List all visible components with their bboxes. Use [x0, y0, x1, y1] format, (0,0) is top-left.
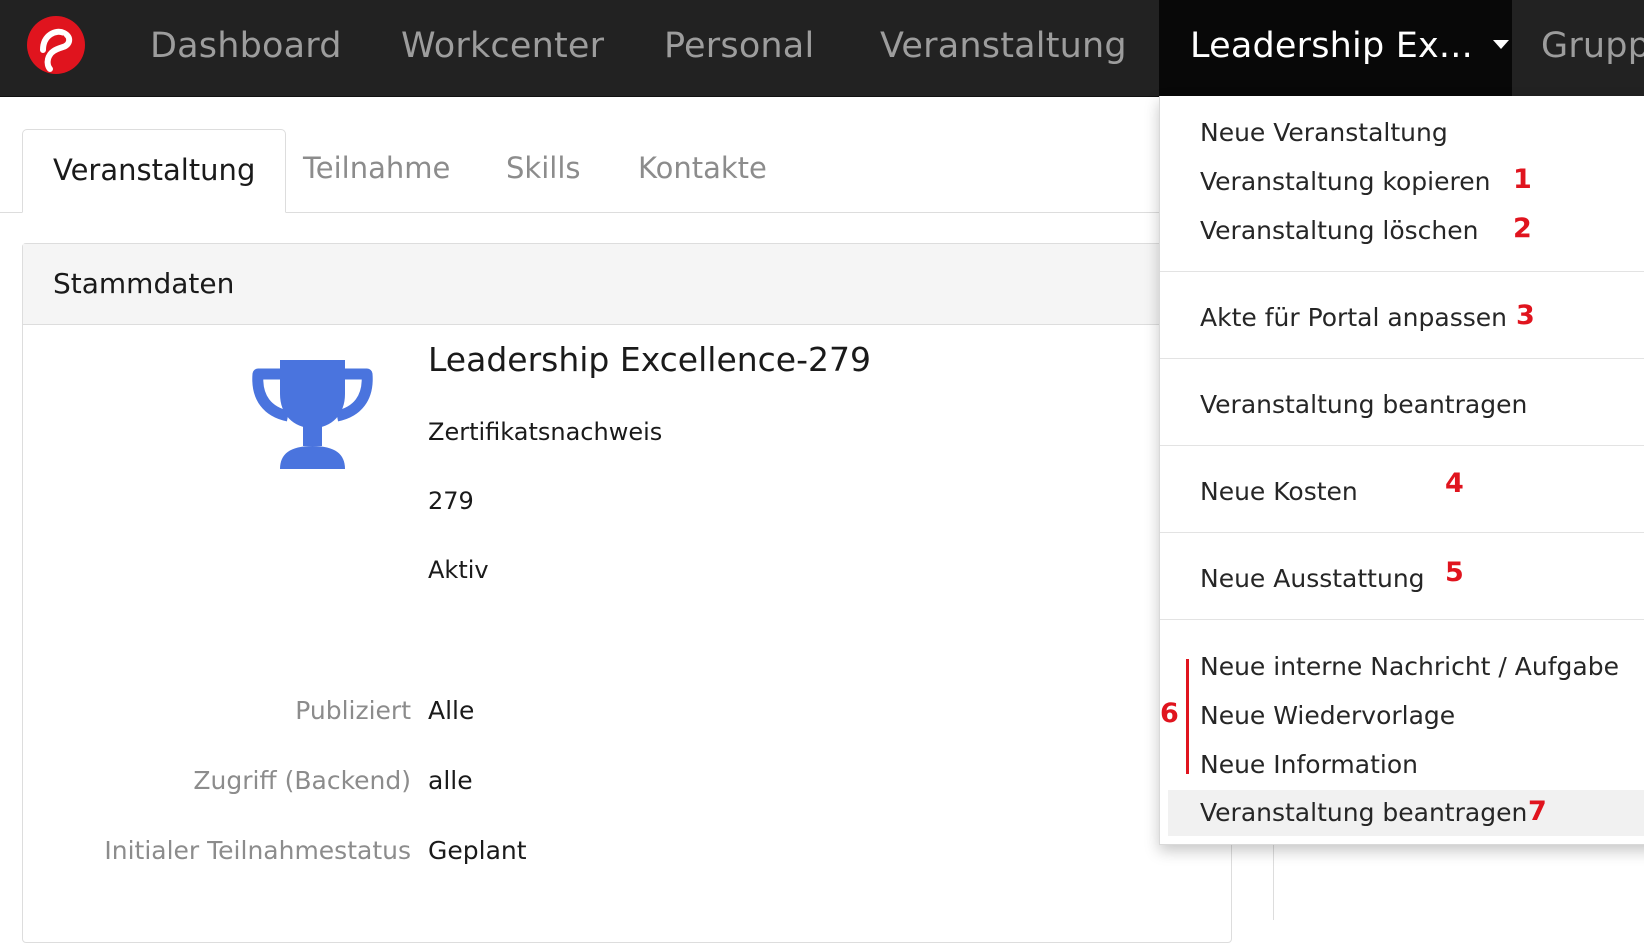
menu-neue-interne-nachricht[interactable]: Neue interne Nachricht / Aufgabe [1200, 645, 1619, 689]
menu-veranstaltung-kopieren[interactable]: Veranstaltung kopieren [1200, 160, 1490, 204]
menu-veranstaltung-loeschen[interactable]: Veranstaltung löschen [1200, 209, 1478, 253]
menu-akte-portal-anpassen[interactable]: Akte für Portal anpassen [1200, 296, 1507, 340]
menu-neue-information[interactable]: Neue Information [1200, 743, 1418, 787]
annotation-marker: 4 [1445, 468, 1464, 499]
nav-leadership-label: Leadership Ex... [1190, 26, 1473, 66]
tab-teilnahme[interactable]: Teilnahme [303, 128, 450, 212]
event-status: Aktiv [428, 556, 489, 584]
event-type: Zertifikatsnachweis [428, 418, 663, 446]
nav-dashboard[interactable]: Dashboard [150, 0, 342, 96]
label-initialer-teilnahmestatus: Initialer Teilnahmestatus [104, 836, 411, 865]
menu-divider [1160, 445, 1644, 446]
menu-veranstaltung-beantragen-hovered[interactable]: Veranstaltung beantragen [1168, 790, 1644, 836]
leadership-dropdown-menu: Neue Veranstaltung Veranstaltung kopiere… [1159, 96, 1644, 845]
nav-leadership-dropdown-toggle[interactable]: Leadership Ex... [1159, 0, 1512, 96]
caret-down-icon [1492, 39, 1509, 49]
panel-heading: Stammdaten [23, 244, 1231, 325]
annotation-bracket [1186, 659, 1189, 774]
tab-kontakte[interactable]: Kontakte [638, 128, 767, 212]
menu-neue-ausstattung[interactable]: Neue Ausstattung [1200, 557, 1425, 601]
annotation-marker: 7 [1528, 796, 1547, 827]
menu-veranstaltung-beantragen[interactable]: Veranstaltung beantragen [1200, 383, 1527, 427]
menu-divider [1160, 532, 1644, 533]
annotation-marker: 1 [1513, 164, 1532, 195]
label-publiziert: Publiziert [295, 696, 411, 725]
tab-bar: Veranstaltung Teilnahme Skills Kontakte [0, 96, 1160, 213]
annotation-marker: 3 [1516, 300, 1535, 331]
annotation-marker: 2 [1513, 213, 1532, 244]
tab-skills[interactable]: Skills [506, 128, 580, 212]
top-navbar: Dashboard Workcenter Personal Veranstalt… [0, 0, 1644, 97]
app-logo-icon[interactable] [26, 15, 86, 75]
annotation-marker: 6 [1160, 698, 1179, 729]
menu-neue-veranstaltung[interactable]: Neue Veranstaltung [1200, 111, 1448, 155]
menu-neue-kosten[interactable]: Neue Kosten [1200, 470, 1358, 514]
label-zugriff: Zugriff (Backend) [193, 766, 411, 795]
menu-divider [1160, 619, 1644, 620]
trophy-icon [252, 360, 373, 469]
tab-veranstaltung[interactable]: Veranstaltung [22, 129, 287, 213]
nav-gruppen[interactable]: Grupp [1541, 0, 1644, 96]
nav-workcenter[interactable]: Workcenter [401, 0, 604, 96]
value-zugriff: alle [428, 766, 473, 795]
nav-personal[interactable]: Personal [664, 0, 814, 96]
annotation-marker: 5 [1445, 557, 1464, 588]
nav-veranstaltung[interactable]: Veranstaltung [880, 0, 1127, 96]
event-number: 279 [428, 487, 474, 515]
menu-divider [1160, 271, 1644, 272]
stammdaten-panel: Stammdaten Leadership Excellence-279 Zer… [22, 243, 1232, 943]
menu-divider [1160, 358, 1644, 359]
event-title: Leadership Excellence-279 [428, 340, 872, 379]
value-publiziert: Alle [428, 696, 475, 725]
value-initialer-teilnahmestatus: Geplant [428, 836, 527, 865]
menu-neue-wiedervorlage[interactable]: Neue Wiedervorlage [1200, 694, 1455, 738]
